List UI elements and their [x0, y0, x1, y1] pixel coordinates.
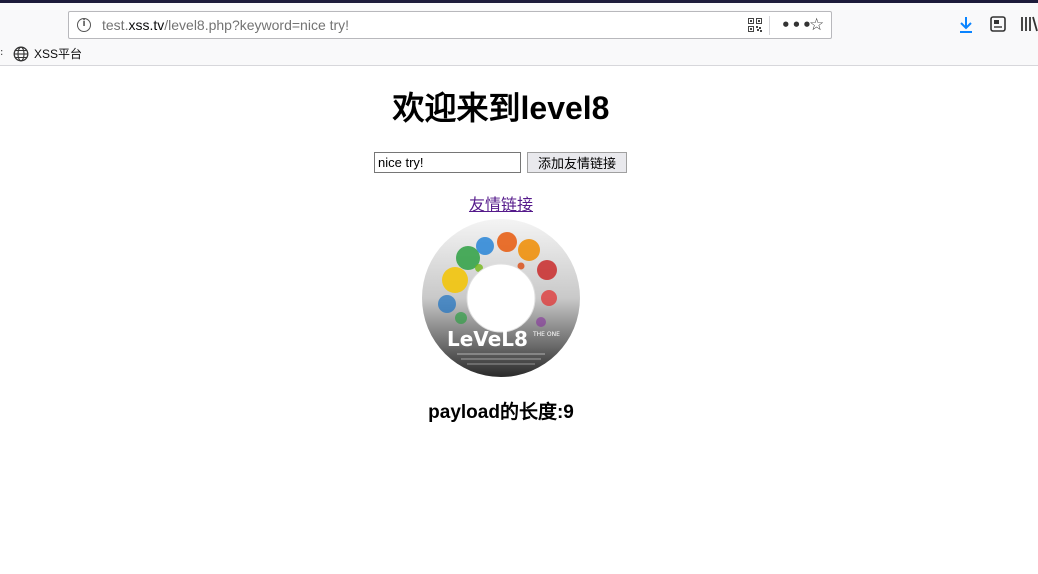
level8-disc-image: LeVeL8 THE ONE: [422, 219, 580, 377]
pocket-icon[interactable]: [990, 16, 1006, 32]
keyword-input[interactable]: [374, 152, 521, 173]
more-icon[interactable]: •••: [781, 16, 813, 34]
star-icon[interactable]: ☆: [809, 15, 824, 35]
address-bar[interactable]: i test.xss.tv/level8.php?keyword=nice tr…: [68, 11, 832, 39]
payload-length-text: payload的长度:9: [428, 402, 574, 423]
page-content: 欢迎来到level8 添加友情链接 友情链接 LeVeL8 THE ONE: [0, 66, 1038, 574]
add-friend-link-button[interactable]: 添加友情链接: [527, 152, 627, 173]
friend-link[interactable]: 友情链接: [0, 196, 1002, 216]
url-separator: [769, 16, 770, 35]
bookmarks-edge: :: [0, 47, 4, 58]
info-icon[interactable]: i: [77, 18, 91, 32]
disc-logo-text: LeVeL8: [447, 327, 528, 351]
browser-toolbar: i test.xss.tv/level8.php?keyword=nice tr…: [0, 3, 1038, 42]
bookmark-xss-platform[interactable]: XSS平台: [13, 44, 82, 63]
download-icon[interactable]: [958, 16, 974, 34]
bookmark-label: XSS平台: [34, 47, 83, 61]
bookmarks-bar: : XSS平台: [0, 42, 1038, 66]
library-icon[interactable]: [1020, 16, 1038, 32]
url-path: /level8.php?keyword=nice try!: [164, 17, 350, 33]
url-text[interactable]: test.xss.tv/level8.php?keyword=nice try!: [102, 17, 349, 33]
url-prefix: test.: [102, 17, 129, 33]
page-title: 欢迎来到level8: [392, 90, 610, 126]
globe-icon: [13, 46, 29, 61]
qr-code-icon[interactable]: [748, 18, 762, 32]
url-host: xss.tv: [128, 17, 165, 33]
disc-logo-suffix: THE ONE: [532, 331, 560, 338]
